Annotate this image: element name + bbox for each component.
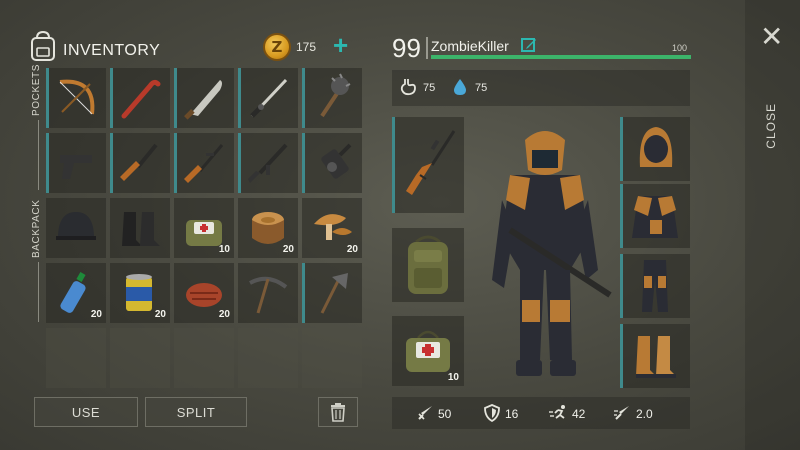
inventory-slot-log[interactable]: 20 [238,198,298,258]
water-value: 75 [475,82,488,94]
hp-max-value: 100 [672,43,688,53]
hp-bar-fill [431,55,691,59]
inventory-slot-empty[interactable] [110,328,170,388]
equip-slot-weapon[interactable] [392,117,464,213]
inventory-slot-steak[interactable]: 20 [174,263,234,323]
inventory-slot-helmet[interactable] [46,198,106,258]
inventory-title: INVENTORY [63,42,161,59]
pockets-label: POCKETS [31,64,42,116]
hood-icon [639,127,673,167]
pistol-icon [60,155,92,179]
backpack-divider [38,262,39,322]
inventory-slot-assault-rifle[interactable] [238,133,298,193]
jacket-icon [632,196,678,238]
bow-icon [59,79,95,115]
inventory-slot-pistol[interactable] [46,133,106,193]
item-quantity: 20 [346,244,358,255]
backpack-icon [31,30,55,61]
inventory-slot-water-bottle[interactable]: 20 [46,263,106,323]
inventory-slot-first-aid-kit[interactable]: 10 [174,198,234,258]
equip-slot-chest[interactable] [620,184,690,248]
player-name: ZombieKiller [431,38,509,54]
backpack-label: BACKPACK [31,199,42,258]
inventory-slot-empty[interactable] [174,328,234,388]
trash-icon [331,403,345,422]
equip-slot-head[interactable] [620,117,690,181]
character-model [492,131,612,376]
spiked-club-icon [320,73,351,118]
item-quantity: 20 [282,244,294,255]
close-panel[interactable] [745,0,800,450]
pants-icon [642,260,668,312]
damage-value: 50 [438,407,452,421]
water-drop-icon [454,79,466,95]
helmet-icon [56,212,96,240]
inventory-slot-canned-beans[interactable]: 20 [110,263,170,323]
close-icon[interactable]: ✕ [760,23,783,51]
inventory-slot-spiked-club[interactable] [302,68,362,128]
coins-count: 175 [296,40,317,54]
sniper-rifle-icon [406,130,456,195]
defense-value: 16 [505,407,519,421]
backpack-icon [408,235,448,294]
equip-slot-medkit[interactable]: 10 [392,316,464,386]
attack-speed-value: 2.0 [636,407,653,421]
machete-icon [184,80,222,120]
pockets-divider [38,120,39,190]
inventory-slot-grenade-launcher[interactable] [302,133,362,193]
inventory-slot-katana[interactable] [238,68,298,128]
medkit-quantity: 10 [447,372,459,383]
attack-speed-icon [614,406,629,420]
trash-button[interactable] [318,397,358,427]
equip-slot-feet[interactable] [620,324,690,388]
sniper-rifle-icon [184,144,224,183]
item-quantity: 20 [218,309,230,320]
speed-icon [549,405,565,419]
hatchet-icon [320,273,348,314]
inventory-slot-hatchet[interactable] [302,263,362,323]
katana-icon [250,78,288,118]
add-coins-button[interactable]: + [333,32,348,58]
inventory-slot-empty[interactable] [302,328,362,388]
defense-icon [484,404,500,422]
speed-value: 42 [572,407,586,421]
equip-slot-backpack[interactable] [392,228,464,302]
item-quantity: 20 [90,309,102,320]
needs-panel [392,70,690,106]
inventory-slot-shotgun[interactable] [110,133,170,193]
inventory-slot-bow[interactable] [46,68,106,128]
use-button[interactable]: USE [34,397,138,427]
inventory-slot-empty[interactable] [46,328,106,388]
inventory-slot-empty[interactable] [238,328,298,388]
inventory-slot-mushrooms[interactable]: 20 [302,198,362,258]
item-quantity: 10 [218,244,230,255]
inventory-slot-sniper-rifle[interactable] [174,133,234,193]
crowbar-icon [121,79,161,119]
shotgun-icon [120,143,158,181]
assault-rifle-icon [248,143,288,183]
inventory-slot-pickaxe[interactable] [238,263,298,323]
damage-icon [418,406,432,420]
inventory-slot-machete[interactable] [174,68,234,128]
split-button[interactable]: SPLIT [145,397,247,427]
player-level: 99 [392,33,421,63]
close-label[interactable]: CLOSE [764,103,778,149]
item-quantity: 20 [154,309,166,320]
stomach-icon [400,79,416,96]
grenade-launcher-icon [321,143,352,179]
boots-icon [636,336,676,378]
inventory-slot-boots[interactable] [110,198,170,258]
food-value: 75 [423,82,436,94]
pickaxe-icon [249,276,288,314]
coin-icon: Z [263,33,291,61]
equip-slot-legs[interactable] [620,254,690,318]
level-divider [426,37,428,59]
boots-icon [122,212,160,246]
inventory-slot-crowbar[interactable] [110,68,170,128]
edit-icon[interactable] [521,37,537,53]
